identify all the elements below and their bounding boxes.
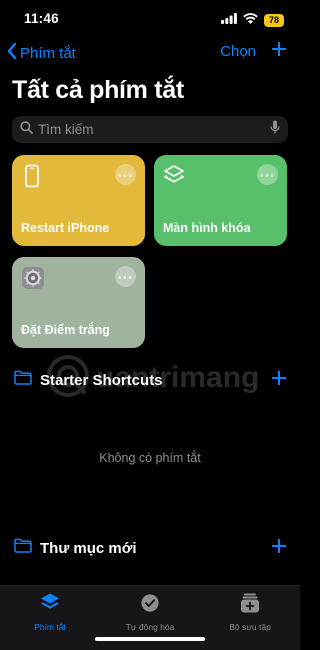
tab-automation[interactable]: Tự động hóa	[100, 592, 200, 632]
search-icon	[20, 120, 33, 139]
status-indicators: 78	[221, 11, 284, 29]
signal-icon	[221, 11, 237, 29]
shortcuts-layers-icon	[39, 592, 61, 619]
tab-gallery[interactable]: Bộ sưu tập	[200, 592, 300, 632]
nav-actions: Chọn	[220, 41, 287, 60]
wifi-icon	[243, 11, 258, 29]
search-placeholder: Tìm kiếm	[38, 122, 94, 137]
folder-name: Starter Shortcuts	[40, 371, 163, 389]
battery-indicator: 78	[264, 13, 284, 27]
folder-icon	[14, 538, 32, 558]
settings-gear-icon	[21, 266, 45, 295]
back-button[interactable]: Phím tắt	[6, 42, 76, 64]
more-options-button[interactable]: ···	[115, 266, 136, 287]
folder-new-folder[interactable]: Thư mục mới	[14, 537, 287, 559]
shortcut-label: Restart iPhone	[21, 221, 110, 235]
microphone-icon[interactable]	[270, 120, 280, 140]
add-button[interactable]	[271, 41, 287, 60]
back-label: Phím tắt	[20, 44, 76, 62]
tab-shortcuts[interactable]: Phím tắt	[0, 592, 100, 632]
empty-folder-message: Không có phím tắt	[99, 451, 201, 465]
more-options-button[interactable]: ···	[257, 164, 278, 185]
layers-icon	[163, 164, 185, 193]
tab-label: Tự động hóa	[125, 622, 175, 632]
select-button[interactable]: Chọn	[220, 43, 256, 60]
more-options-button[interactable]: ···	[115, 164, 136, 185]
shortcut-tile-restart-iphone[interactable]: ··· Restart iPhone	[12, 155, 145, 246]
shortcut-tile-lock-screen[interactable]: ··· Màn hình khóa	[154, 155, 287, 246]
tab-label: Bộ sưu tập	[229, 622, 271, 632]
status-time: 11:46	[24, 11, 59, 26]
chevron-left-icon	[6, 42, 18, 64]
tab-label: Phím tắt	[34, 622, 66, 632]
shortcut-tile-white-point[interactable]: ··· Đặt Điểm trắng	[12, 257, 145, 348]
folder-name: Thư mục mới	[40, 539, 137, 557]
page-title: Tất cả phím tắt	[12, 76, 184, 104]
shortcut-label: Màn hình khóa	[163, 221, 251, 235]
add-to-folder-button[interactable]	[271, 370, 287, 390]
add-to-folder-button[interactable]	[271, 538, 287, 558]
shortcut-label: Đặt Điểm trắng	[21, 323, 110, 337]
gallery-icon	[239, 592, 261, 619]
search-field[interactable]: Tìm kiếm	[12, 116, 288, 143]
home-indicator	[95, 637, 205, 641]
iphone-icon	[21, 164, 43, 193]
clock-check-icon	[139, 592, 161, 619]
folder-icon	[14, 370, 32, 390]
folder-starter-shortcuts[interactable]: Starter Shortcuts	[14, 369, 287, 391]
